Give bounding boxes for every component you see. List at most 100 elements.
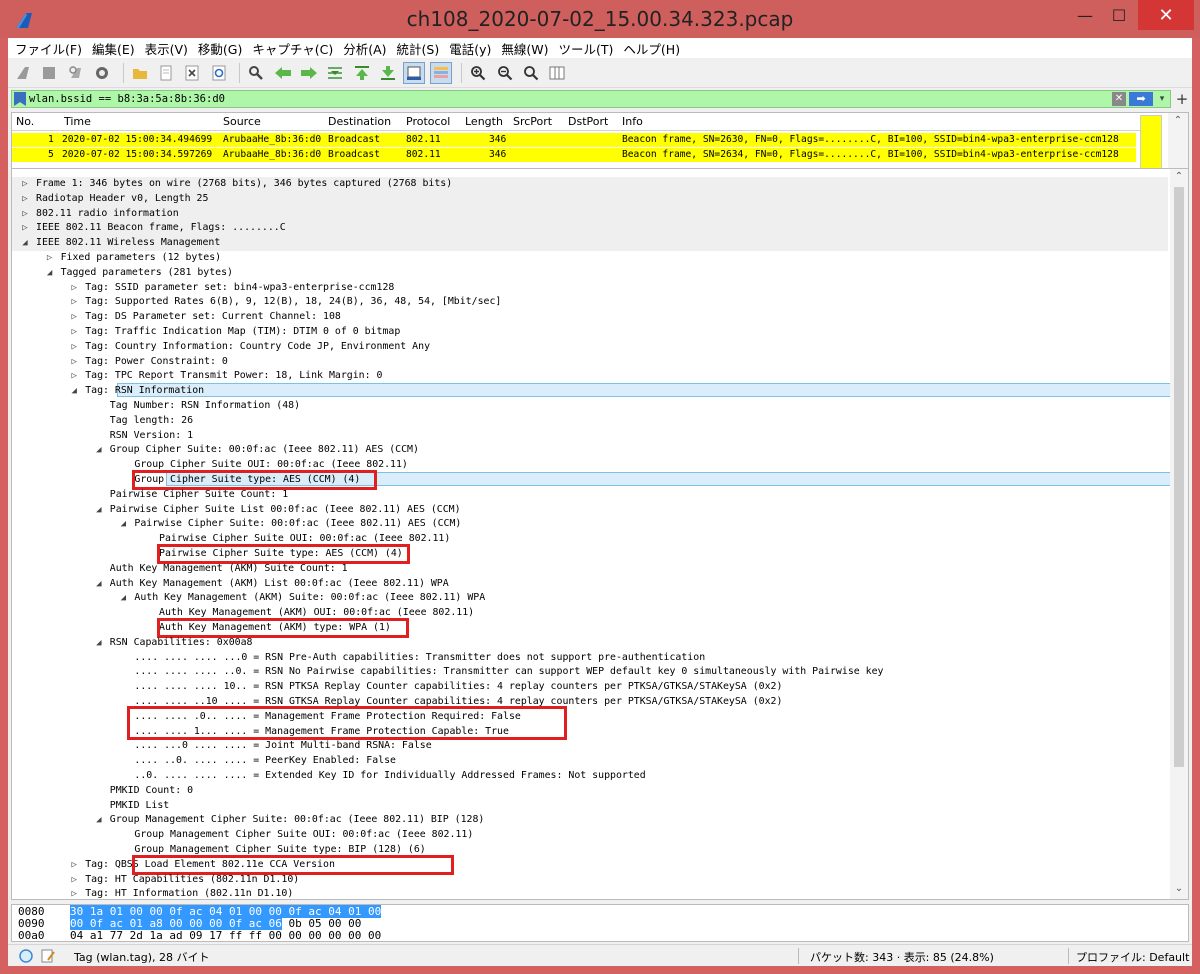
- packet-row[interactable]: 1 2020-07-02 15:00:34.494699 ArubaaHe_8b…: [12, 133, 1136, 147]
- expand-arrow-icon[interactable]: ▷: [69, 295, 79, 309]
- detail-tree-row[interactable]: Pairwise Cipher Suite Count: 1: [12, 488, 1168, 503]
- close-file-icon[interactable]: [181, 62, 203, 84]
- menu-help[interactable]: ヘルプ(H): [620, 39, 687, 58]
- menu-statistics[interactable]: 統計(S): [394, 39, 447, 58]
- go-last-icon[interactable]: [377, 62, 399, 84]
- detail-tree-row[interactable]: Tag length: 26: [12, 414, 1168, 429]
- expand-arrow-icon[interactable]: ▷: [69, 340, 79, 354]
- detail-tree-row[interactable]: ◢ IEEE 802.11 Wireless Management: [12, 236, 1168, 251]
- column-header-protocol[interactable]: Protocol: [406, 115, 450, 128]
- detail-tree-row[interactable]: .... ...0 .... .... = Joint Multi-band R…: [12, 739, 1168, 754]
- menu-edit[interactable]: 編集(E): [89, 39, 142, 58]
- apply-filter-icon[interactable]: ➡: [1129, 92, 1153, 106]
- column-header-srcport[interactable]: SrcPort: [513, 115, 552, 128]
- scroll-down-icon[interactable]: ⌄: [1170, 881, 1188, 897]
- detail-tree-row[interactable]: ▷ Tag: Power Constraint: 0: [12, 355, 1168, 370]
- expand-arrow-icon[interactable]: ▷: [69, 325, 79, 339]
- detail-tree-row[interactable]: ▷ IEEE 802.11 Beacon frame, Flags: ......…: [12, 221, 1168, 237]
- expert-info-icon[interactable]: [18, 948, 34, 964]
- detail-tree-row[interactable]: RSN Version: 1: [12, 429, 1168, 444]
- restart-capture-icon[interactable]: [65, 62, 87, 84]
- packet-minimap[interactable]: [1140, 115, 1162, 175]
- detail-tree-row[interactable]: ◢ Pairwise Cipher Suite: 00:0f:ac (Ieee 8…: [12, 517, 1168, 532]
- expand-arrow-icon[interactable]: ▷: [69, 355, 79, 369]
- zoom-in-icon[interactable]: [467, 62, 489, 84]
- expand-arrow-icon[interactable]: ▷: [69, 873, 79, 887]
- detail-tree-row[interactable]: ▷ Tag: Country Information: Country Code …: [12, 340, 1168, 355]
- chevron-down-icon[interactable]: ▾: [1156, 92, 1168, 106]
- reload-icon[interactable]: [208, 62, 230, 84]
- menu-go[interactable]: 移動(G): [195, 39, 249, 58]
- detail-tree-row[interactable]: ▷ Fixed parameters (12 bytes): [12, 251, 1168, 266]
- detail-tree-row[interactable]: .... .... .... ...0 = RSN Pre-Auth capab…: [12, 651, 1168, 666]
- menu-analyze[interactable]: 分析(A): [340, 39, 393, 58]
- bytes-row[interactable]: 00a0 04 a1 77 2d 1a ad 09 17 ff ff 00 00 …: [18, 930, 381, 942]
- find-packet-icon[interactable]: [245, 62, 267, 84]
- detail-tree-row[interactable]: ▷ Tag: Traffic Indication Map (TIM): DTIM…: [12, 325, 1168, 340]
- resize-columns-icon[interactable]: [546, 62, 568, 84]
- detail-tree-row[interactable]: ◢ Auth Key Management (AKM) Suite: 00:0f:…: [12, 591, 1168, 606]
- colorize-icon[interactable]: [429, 61, 452, 84]
- detail-tree-row[interactable]: ▷ Tag: TPC Report Transmit Power: 18, Lin…: [12, 369, 1168, 384]
- scroll-thumb[interactable]: [1174, 187, 1184, 767]
- menu-file[interactable]: ファイル(F): [12, 39, 89, 58]
- zoom-out-icon[interactable]: [494, 62, 516, 84]
- edit-comment-icon[interactable]: [40, 948, 56, 964]
- detail-tree-row[interactable]: ▷ Tag: SSID parameter set: bin4-wpa3-ente…: [12, 281, 1168, 296]
- menu-tools[interactable]: ツール(T): [556, 39, 621, 58]
- expand-arrow-icon[interactable]: ▷: [20, 177, 30, 191]
- add-filter-button[interactable]: +: [1175, 90, 1189, 108]
- detail-tree-row[interactable]: ▷ Tag: HT Information (802.11n D1.10): [12, 887, 1168, 899]
- go-back-icon[interactable]: [272, 62, 294, 84]
- detail-tree-row[interactable]: ◢ Group Management Cipher Suite: 00:0f:ac…: [12, 813, 1168, 828]
- detail-tree-row[interactable]: ▷ Tag: Supported Rates 6(B), 9, 12(B), 18…: [12, 295, 1168, 310]
- profile-status[interactable]: プロファイル: Default: [1076, 949, 1189, 965]
- normal-size-icon[interactable]: [520, 62, 542, 84]
- column-header-length[interactable]: Length: [465, 115, 503, 128]
- detail-tree-row[interactable]: .... ..0. .... .... = PeerKey Enabled: F…: [12, 754, 1168, 769]
- expand-arrow-icon[interactable]: ▷: [20, 221, 30, 235]
- packet-row[interactable]: 5 2020-07-02 15:00:34.597269 ArubaaHe_8b…: [12, 148, 1136, 162]
- detail-tree-row[interactable]: ▷ Tag: HT Capabilities (802.11n D1.10): [12, 873, 1168, 888]
- shark-fin-start-icon[interactable]: [12, 62, 34, 84]
- menu-telephony[interactable]: 電話(y): [446, 39, 498, 58]
- expand-arrow-icon[interactable]: ▷: [69, 887, 79, 899]
- scroll-up-icon[interactable]: ⌃: [1168, 113, 1188, 129]
- detail-tree-row[interactable]: ▷ Radiotap Header v0, Length 25: [12, 191, 1168, 207]
- detail-tree-row[interactable]: ▷ Frame 1: 346 bytes on wire (2768 bits),…: [12, 177, 1168, 192]
- collapse-arrow-icon[interactable]: ◢: [45, 266, 55, 280]
- detail-tree-row[interactable]: .... .... .... 10.. = RSN PTKSA Replay C…: [12, 680, 1168, 695]
- collapse-arrow-icon[interactable]: ◢: [20, 236, 30, 250]
- collapse-arrow-icon[interactable]: ◢: [118, 591, 128, 605]
- detail-tree-row[interactable]: ◢ Pairwise Cipher Suite List 00:0f:ac (Ie…: [12, 503, 1168, 518]
- expand-arrow-icon[interactable]: ▷: [69, 858, 79, 872]
- stop-capture-icon[interactable]: [38, 62, 60, 84]
- expand-arrow-icon[interactable]: ▷: [69, 310, 79, 324]
- details-scrollbar[interactable]: ⌃ ⌄: [1170, 169, 1188, 899]
- detail-tree-row[interactable]: ◢ Group Cipher Suite: 00:0f:ac (Ieee 802.…: [12, 443, 1168, 458]
- detail-tree-row[interactable]: Auth Key Management (AKM) Suite Count: 1: [12, 562, 1168, 577]
- detail-tree-row[interactable]: ◢ Auth Key Management (AKM) List 00:0f:ac…: [12, 577, 1168, 592]
- column-header-dstport[interactable]: DstPort: [568, 115, 608, 128]
- detail-tree-row[interactable]: ◢ Tag: RSN Information: [12, 384, 1168, 399]
- detail-tree-row[interactable]: ▷ 802.11 radio information: [12, 206, 1168, 222]
- expand-arrow-icon[interactable]: ▷: [69, 281, 79, 295]
- go-first-icon[interactable]: [351, 62, 373, 84]
- detail-tree-row[interactable]: PMKID List: [12, 799, 1168, 814]
- collapse-arrow-icon[interactable]: ◢: [94, 813, 104, 827]
- detail-tree-row[interactable]: PMKID Count: 0: [12, 784, 1168, 799]
- expand-arrow-icon[interactable]: ▷: [69, 369, 79, 383]
- menu-capture[interactable]: キャプチャ(C): [249, 39, 340, 58]
- menu-view[interactable]: 表示(V): [142, 39, 195, 58]
- column-header-time[interactable]: Time: [64, 115, 91, 128]
- column-header-no[interactable]: No.: [16, 115, 34, 128]
- display-filter-input[interactable]: [29, 91, 1112, 107]
- expand-arrow-icon[interactable]: ▷: [45, 251, 55, 265]
- detail-tree-row[interactable]: ▷ Tag: DS Parameter set: Current Channel:…: [12, 310, 1168, 325]
- collapse-arrow-icon[interactable]: ◢: [94, 503, 104, 517]
- column-header-info[interactable]: Info: [622, 115, 643, 128]
- collapse-arrow-icon[interactable]: ◢: [69, 384, 79, 398]
- detail-tree-row[interactable]: ◢ Tagged parameters (281 bytes): [12, 266, 1168, 281]
- expand-arrow-icon[interactable]: ▷: [20, 207, 30, 221]
- column-header-destination[interactable]: Destination: [328, 115, 391, 128]
